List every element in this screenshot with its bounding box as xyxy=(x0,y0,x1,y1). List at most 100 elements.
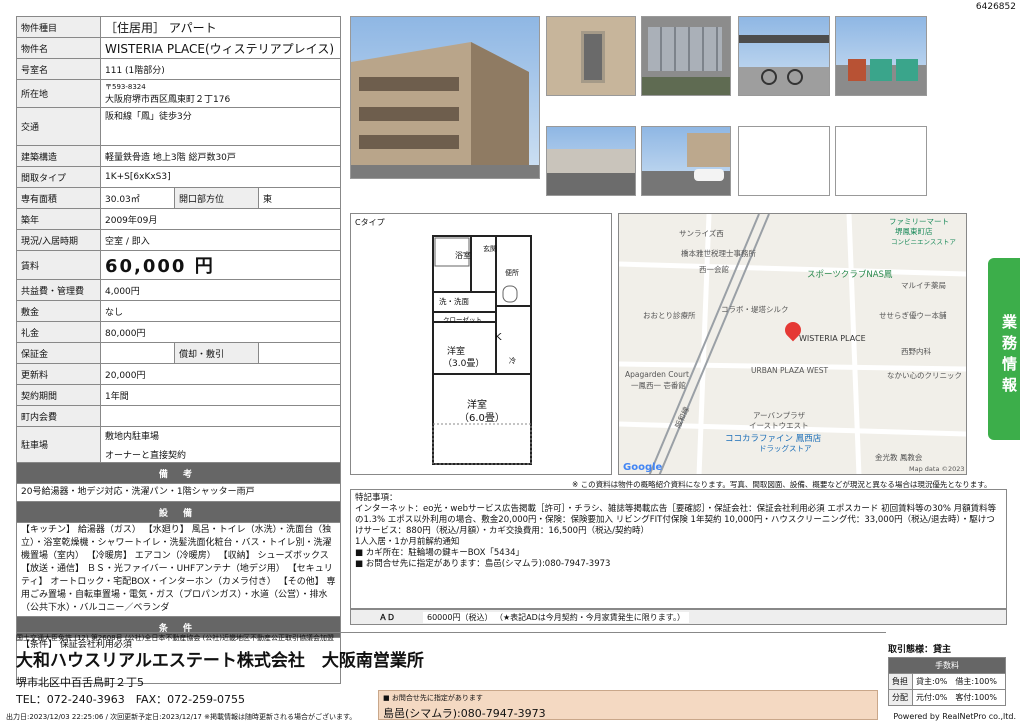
spec-value: 空室 / 即入 xyxy=(100,229,341,251)
map-label: せせらぎ優ウー本舗 xyxy=(879,311,947,320)
fee-label: 負担 xyxy=(888,673,913,690)
map-label: イーストウエスト xyxy=(749,421,809,430)
room-label: クローゼット xyxy=(443,316,482,324)
spec-value-b: オーナーと直接契約 xyxy=(105,450,187,461)
spec-value: 4,000円 xyxy=(100,279,341,301)
contact-box[interactable]: ■ お問合せ先に指定があります 島邑(シマムラ):080-7947-3973 xyxy=(378,690,878,720)
street-photo[interactable] xyxy=(546,126,636,196)
rent-value: 60,000 円 xyxy=(100,250,341,280)
remarks-line: ■ カギ所在：駐輪場の鍵キーBOX「5434」 xyxy=(355,548,525,558)
document-id: 6426852 xyxy=(975,2,1016,12)
fee-value: 元付:0% 客付:100% xyxy=(912,689,1006,706)
room-label: K xyxy=(495,332,502,343)
spec-value: 1K+S[6xKxS3] xyxy=(100,166,341,188)
remarks-line: インターネット：eo光・webサービス広告掲載［許可］・チラシ、雑誌等掲載広告［… xyxy=(355,504,997,536)
setsubi-header: 設 備 xyxy=(16,501,341,523)
remarks-title: 特記事項： xyxy=(355,493,398,503)
spec-value xyxy=(100,405,341,427)
map-label: 西野内科 xyxy=(901,347,931,356)
remarks-line: 1人入居・1か月前解約通知 xyxy=(355,537,460,547)
room-label: （3.0畳） xyxy=(443,359,485,369)
spec-value: 1年間 xyxy=(100,384,341,406)
spec-label: 築年 xyxy=(16,208,101,230)
spec-label: 駐車場 xyxy=(16,426,101,463)
spec-value: 大阪府堺市西区鳳東町２丁176 xyxy=(105,95,231,105)
spec-value: 敷地内駐車場 xyxy=(105,431,160,442)
spec-label: 物件種目 xyxy=(16,16,101,38)
parking-photo[interactable] xyxy=(641,126,731,196)
trade-title: 取引態様：貸主 xyxy=(888,645,952,655)
room-label: 玄関 xyxy=(483,245,497,253)
ad-label: ＡＤ xyxy=(379,613,395,622)
spec-label: 契約期間 xyxy=(16,384,101,406)
business-info-tab[interactable]: 業務情報 xyxy=(988,258,1020,440)
spec-value: 東 xyxy=(258,187,341,209)
spec-label: 現況/入居時期 xyxy=(16,229,101,251)
spec-label: 保証金 xyxy=(16,342,101,364)
room-label: 便所 xyxy=(505,269,519,277)
spec-label: 開口部方位 xyxy=(174,187,259,209)
footer-output-date: 出力日:2023/12/03 22:25:06 / 次回更新予定日:2023/1… xyxy=(6,713,357,721)
map-label: なかい心のクリニック xyxy=(887,371,962,380)
spec-table: 物件種目 ［住居用］ アパート 物件名 WISTERIA PLACE(ウィステリアプ… xyxy=(16,16,341,684)
spec-value: 80,000円 xyxy=(100,321,341,343)
bicycle-parking-photo[interactable] xyxy=(738,16,830,96)
setsubi-text: 【キッチン】 給湯器（ガス） 【水廻り】 風呂・トイレ（水洗）・洗面台（独立）・… xyxy=(16,522,341,617)
map-label: 西一会館 xyxy=(699,265,729,274)
trade-terms: 取引態様：貸主 手数料 負担 貸主:0% 借主:100% 分配 元付:0% 客付:1… xyxy=(888,642,1006,706)
map-label: サンライズ西 xyxy=(679,229,724,238)
spec-label: 更新料 xyxy=(16,363,101,385)
spec-value: ［住居用］ アパート xyxy=(100,16,341,38)
spec-value: なし xyxy=(100,300,341,322)
company-address: 堺市北区中百舌鳥町２丁5 xyxy=(16,676,144,689)
spec-label: 共益費・管理費 xyxy=(16,279,101,301)
spec-value: 111 (1階部分) xyxy=(100,58,341,80)
floor-plan[interactable]: Cタイプ 浴室 玄関 洗・洗面 クローゼット 便所 洋室 （3.0畳） K 冷 … xyxy=(350,213,612,475)
spec-label: 所在地 xyxy=(16,79,101,108)
room-label: 浴室 xyxy=(455,251,471,260)
spec-label: 物件名 xyxy=(16,37,101,59)
photo-placeholder xyxy=(738,126,830,196)
mailbox-photo[interactable] xyxy=(641,16,731,96)
license-text: 国土交通大臣免許 (12) 第2608号 (公社)全日本不動産協会 (公社)近畿… xyxy=(16,634,335,642)
entrance-photo[interactable] xyxy=(546,16,636,96)
map-label: Apagarden Court xyxy=(625,370,689,379)
map-label: コラボ・堤塔シルク xyxy=(721,305,789,314)
spec-label: 号室名 xyxy=(16,58,101,80)
map-label: ドラッグストア xyxy=(759,444,812,453)
bikou-header: 備 考 xyxy=(16,462,341,484)
ad-value: 60000円（税込） （★表記ADは今月契約・今月家賃発生に限ります。） xyxy=(423,612,689,623)
contact-value: 島邑(シマムラ):080-7947-3973 xyxy=(383,707,546,720)
map-label: 橋本雅世税理士事務所 xyxy=(681,249,756,258)
postal-code: 〒593-8324 xyxy=(105,83,146,91)
map-label: 一鳳西一 壱番館 xyxy=(631,381,686,390)
spec-value: 30.03㎡ xyxy=(100,187,175,209)
fee-header: 手数料 xyxy=(888,657,1006,674)
location-map[interactable]: サンライズ西 橋本雅世税理士事務所 西一会館 ファミリーマート 堺鳳東町店 コン… xyxy=(618,213,967,475)
room-label: 冷 xyxy=(509,357,516,365)
room-label: 洗・洗面 xyxy=(439,297,469,306)
map-label: URBAN PLAZA WEST xyxy=(751,366,829,375)
garbage-area-photo[interactable] xyxy=(835,16,927,96)
spec-label: 礼金 xyxy=(16,321,101,343)
map-label: マルイチ薬局 xyxy=(901,281,946,290)
spec-value xyxy=(100,342,175,364)
google-logo: Google xyxy=(623,462,663,473)
bikou-text: 20号給湯器・地デジ対応・洗濯パン・1階シャッター雨戸 xyxy=(16,483,341,502)
spec-label: 償却・敷引 xyxy=(174,342,259,364)
remarks-line: ■ お問合せ先に指定があります：島邑(シマムラ):080-7947-3973 xyxy=(355,559,611,569)
map-label: WISTERIA PLACE xyxy=(799,334,866,343)
main-building-photo[interactable] xyxy=(350,16,540,179)
spec-value: WISTERIA PLACE(ウィステリアプレイス) xyxy=(100,37,341,59)
map-label: おおとり診療所 xyxy=(643,311,696,320)
fee-label: 分配 xyxy=(888,689,913,706)
map-copyright: Map data ©2023 xyxy=(909,465,965,473)
spec-label: 交通 xyxy=(16,107,101,146)
company-name: 大和ハウスリアルエステート株式会社 大阪南営業所 xyxy=(16,651,424,671)
map-label: 金光教 鳳教会 xyxy=(875,453,923,462)
spec-label: 敷金 xyxy=(16,300,101,322)
spec-value: 20,000円 xyxy=(100,363,341,385)
spec-label: 賃料 xyxy=(16,250,101,280)
spec-value: 軽量鉄骨造 地上3階 総戸数30戸 xyxy=(100,145,341,167)
spec-value xyxy=(258,342,341,364)
